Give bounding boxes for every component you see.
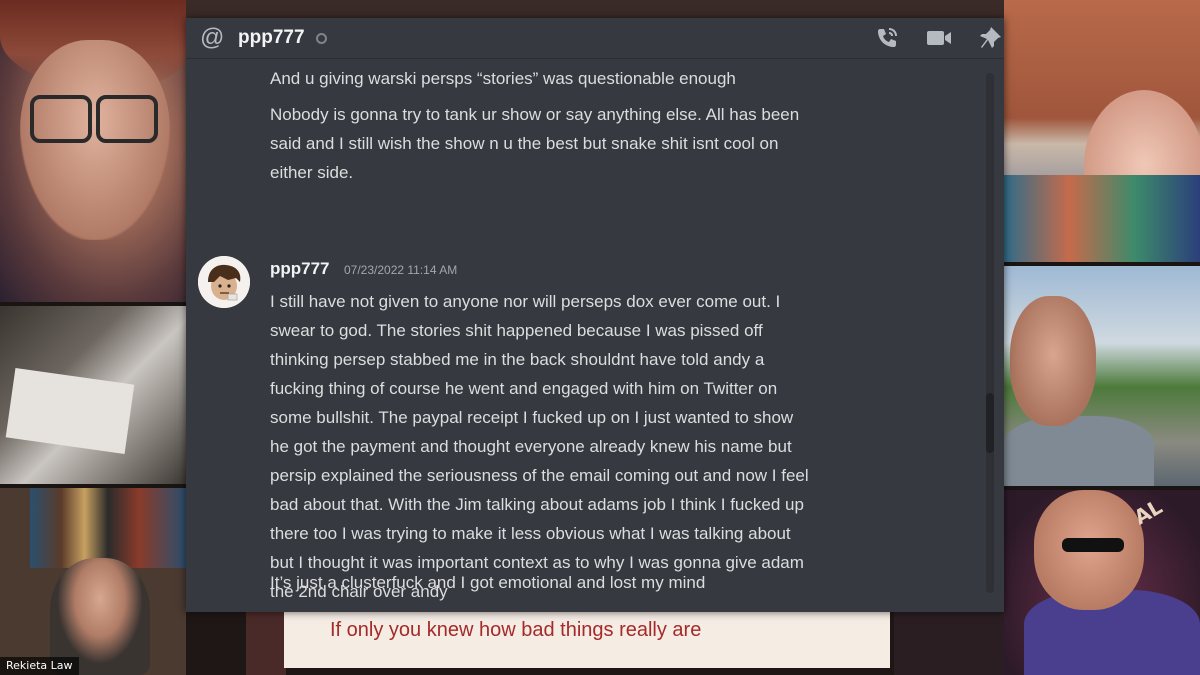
discord-dm-window: @ ppp777 And u giving warski persps “sto… xyxy=(186,18,1004,612)
message-line: bad about that. With the Jim talking abo… xyxy=(270,495,804,514)
message-line: Nobody is gonna try to tank ur show or s… xyxy=(270,105,800,124)
message-line: he got the payment and thought everyone … xyxy=(270,437,792,456)
message-line: And u giving warski persps “stories” was… xyxy=(270,69,736,88)
paper-sheet xyxy=(5,367,135,455)
video-tile-middle-left xyxy=(0,306,186,484)
sunglasses xyxy=(1062,538,1124,552)
avatar-cartoon-icon xyxy=(198,256,250,308)
video-tile-top-left xyxy=(0,0,186,302)
pin-icon[interactable] xyxy=(978,26,1004,50)
scrollbar-thumb[interactable] xyxy=(986,393,994,453)
video-tile-bottom-right: AL xyxy=(1004,490,1200,675)
participant-shirt xyxy=(1004,416,1154,486)
message-line: fucking thing of course he went and enga… xyxy=(270,379,778,398)
scrollbar-track[interactable] xyxy=(986,73,994,593)
participant-nameplate: Rekieta Law xyxy=(0,657,79,675)
message-line: swear to god. The stories shit happened … xyxy=(270,321,763,340)
message-line: there too I was trying to make it less o… xyxy=(270,524,791,543)
dm-header: @ ppp777 xyxy=(186,18,1004,59)
message-line: said and I still wish the show n u the b… xyxy=(270,134,779,153)
video-tile-top-strip xyxy=(186,0,1004,18)
background-fill xyxy=(894,612,1004,675)
message-author[interactable]: ppp777 xyxy=(270,259,330,279)
message-line: thinking persep stabbed me in the back s… xyxy=(270,350,765,369)
video-tile-top-right xyxy=(1004,0,1200,262)
message-timestamp: 07/23/2022 11:14 AM xyxy=(344,263,458,277)
video-camera-icon[interactable] xyxy=(926,26,952,50)
background-fill xyxy=(246,612,286,675)
message-line: I still have not given to anyone nor wil… xyxy=(270,292,781,311)
status-offline-icon xyxy=(316,33,327,44)
dm-username[interactable]: ppp777 xyxy=(238,27,305,49)
video-caption: If only you knew how bad things really a… xyxy=(284,612,890,668)
message-line: some bullshit. The paypal receipt I fuck… xyxy=(270,408,794,427)
message-line: persip explained the seriousness of the … xyxy=(270,466,809,485)
avatar[interactable] xyxy=(198,256,250,308)
at-icon: @ xyxy=(200,24,225,51)
message-line: It’s just a clusterfuck and I got emotio… xyxy=(270,573,706,592)
glasses-lens-right xyxy=(96,95,158,143)
video-tile-bottom-left: Rekieta Law xyxy=(0,488,186,675)
message-list: And u giving warski persps “stories” was… xyxy=(186,59,1004,612)
participant-shirt xyxy=(1004,175,1200,262)
glasses-lens-left xyxy=(30,95,92,143)
bookshelf xyxy=(30,488,186,568)
message-line: either side. xyxy=(270,163,354,182)
video-tile-middle-right xyxy=(1004,266,1200,486)
phone-call-icon[interactable] xyxy=(874,26,900,50)
participant-face xyxy=(1010,296,1096,426)
